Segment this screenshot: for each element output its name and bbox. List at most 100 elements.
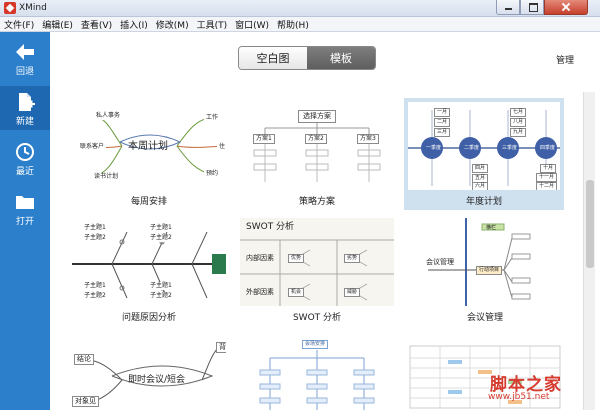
quarter-node: 一季度 — [426, 145, 442, 151]
sidebar-item-label: 回退 — [15, 67, 34, 77]
template-name: 会议管理 — [466, 313, 503, 323]
template-card-venue[interactable]: 会场安排 — [240, 336, 394, 410]
swot-title: SWOT 分析 — [246, 222, 295, 232]
swot-cell: 优势 — [288, 254, 305, 263]
clock-icon — [16, 143, 34, 161]
template-preview: 结论 对象见 背 即时会议/短会 — [72, 336, 226, 410]
menu-edit[interactable]: 编辑(E) — [42, 18, 73, 31]
cause-topic: 子主题1 — [82, 224, 108, 232]
swot-cell: 机会 — [288, 288, 305, 297]
template-name: 问题原因分析 — [121, 313, 176, 323]
central-topic: 即时会议/短会 — [128, 375, 186, 385]
month-node: 十一月 — [536, 173, 558, 182]
template-name: SWOT 分析 — [292, 313, 342, 323]
month-node: 十月 — [540, 164, 557, 173]
central-topic: 会议管理 — [426, 258, 454, 266]
template-card-quick-meeting[interactable]: 结论 对象见 背 即时会议/短会 — [72, 336, 226, 410]
menu-bar: 文件(F) 编辑(E) 查看(V) 插入(I) 修改(M) 工具(T) 窗口(W… — [0, 17, 600, 32]
template-card-meeting[interactable]: 会议管理 行动项目 横栏 会议管理 — [408, 218, 562, 324]
sidebar-item-recent[interactable]: 最近 — [0, 136, 50, 180]
view-toggle: 空白图 模板 — [238, 46, 376, 70]
menu-insert[interactable]: 插入(I) — [120, 18, 148, 31]
branch-topic: 预约 — [204, 170, 221, 178]
template-name: 策略方案 — [298, 197, 335, 207]
template-card-cause[interactable]: 子主题1 子主题2 子主题1 子主题2 子主题1 子主题2 子主题1 子主题2 … — [72, 218, 226, 324]
cause-topic: 子主题2 — [82, 292, 108, 300]
menu-tools[interactable]: 工具(T) — [197, 18, 228, 31]
folder-icon — [16, 196, 34, 209]
window-title: XMind — [19, 3, 47, 13]
template-preview: 会议管理 行动项目 横栏 — [408, 218, 562, 306]
menu-view[interactable]: 查看(V) — [81, 18, 112, 31]
month-node: 三月 — [434, 128, 451, 137]
menu-help[interactable]: 帮助(H) — [277, 18, 309, 31]
month-node: 一月 — [434, 108, 451, 117]
maximize-button[interactable] — [520, 0, 544, 15]
arrow-left-icon — [16, 44, 34, 60]
cause-topic: 子主题2 — [148, 234, 174, 242]
template-preview: SWOT 分析 内部因素 外部因素 优势 劣势 机会 威胁 — [240, 218, 394, 306]
vertical-scrollbar[interactable] — [583, 92, 595, 410]
option-topic: 方案1 — [253, 134, 275, 144]
menu-modify[interactable]: 修改(M) — [156, 18, 189, 31]
branch-topic: 背 — [216, 342, 226, 353]
template-card-strategy[interactable]: 选择方案 方案1 方案2 方案3 策略方案 — [240, 102, 394, 208]
root-topic: 选择方案 — [298, 110, 336, 123]
branch-topic: 工作 — [204, 114, 221, 122]
cause-topic: 子主题2 — [82, 234, 108, 242]
minimize-button[interactable] — [496, 0, 520, 15]
branch-topic: 私人事务 — [94, 112, 123, 120]
blank-map-tab[interactable]: 空白图 — [239, 47, 307, 69]
quarter-node: 三季度 — [502, 145, 518, 151]
month-node: 九月 — [510, 128, 527, 137]
template-card-weekly[interactable]: 私人事务 联系客户 读书计划 工作 住 预约 本周计划 每周安排 — [72, 102, 226, 208]
central-topic: 本周计划 — [128, 141, 168, 152]
menu-window[interactable]: 窗口(W) — [235, 18, 269, 31]
root-topic: 会场安排 — [302, 340, 329, 349]
month-node: 四月 — [472, 164, 489, 173]
option-topic: 方案3 — [357, 134, 379, 144]
sidebar: 回退 新建 最近 打开 — [0, 32, 50, 410]
new-document-icon — [19, 93, 35, 111]
swot-row-label: 内部因素 — [246, 254, 274, 262]
template-preview: 选择方案 方案1 方案2 方案3 — [240, 102, 394, 190]
template-name: 每周安排 — [130, 197, 167, 207]
sidebar-item-new[interactable]: 新建 — [0, 86, 50, 130]
option-topic: 方案2 — [305, 134, 327, 144]
template-card-annual[interactable]: 一季度 二季度 三季度 四季度 一月 二月 三月 四月 五月 六月 七月 八月 … — [404, 98, 564, 210]
branch-topic: 联系客户 — [78, 143, 107, 151]
month-node: 十二月 — [536, 182, 558, 190]
title-bar: XMind — [0, 0, 600, 17]
sidebar-item-label: 新建 — [15, 117, 34, 127]
templates-tab[interactable]: 模板 — [307, 47, 375, 69]
quarter-node: 四季度 — [540, 145, 556, 151]
branch-topic: 读书计划 — [92, 173, 121, 181]
sidebar-item-label: 最近 — [15, 167, 34, 177]
template-name: 年度计划 — [465, 197, 502, 207]
watermark-url: www.jb51.net — [488, 392, 550, 402]
sidebar-item-label: 打开 — [15, 217, 34, 227]
month-node: 八月 — [510, 118, 527, 127]
cause-topic: 子主题2 — [148, 292, 174, 300]
sidebar-item-back[interactable]: 回退 — [0, 36, 50, 80]
swot-cell: 威胁 — [344, 288, 361, 297]
close-button[interactable] — [544, 0, 588, 15]
sidebar-item-open[interactable]: 打开 — [0, 186, 50, 230]
template-preview: 私人事务 联系客户 读书计划 工作 住 预约 本周计划 — [72, 102, 226, 190]
branch-topic: 对象见 — [72, 396, 99, 407]
swot-cell: 劣势 — [344, 254, 361, 263]
branch-topic: 住 — [217, 143, 226, 151]
cause-topic: 子主题1 — [82, 282, 108, 290]
xmind-logo-icon — [4, 2, 16, 14]
manage-link[interactable]: 管理 — [556, 53, 574, 66]
month-node: 二月 — [434, 118, 451, 127]
action-topic: 行动项目 — [476, 266, 503, 275]
swot-row-label: 外部因素 — [246, 288, 274, 296]
template-preview: 会场安排 — [240, 336, 394, 410]
template-card-swot[interactable]: SWOT 分析 内部因素 外部因素 优势 劣势 机会 威胁 SWOT 分析 — [240, 218, 394, 324]
branch-topic: 横栏 — [486, 225, 497, 231]
branch-topic: 结论 — [74, 354, 94, 365]
menu-file[interactable]: 文件(F) — [4, 18, 34, 31]
scrollbar-thumb[interactable] — [586, 180, 594, 268]
month-node: 六月 — [472, 182, 489, 190]
